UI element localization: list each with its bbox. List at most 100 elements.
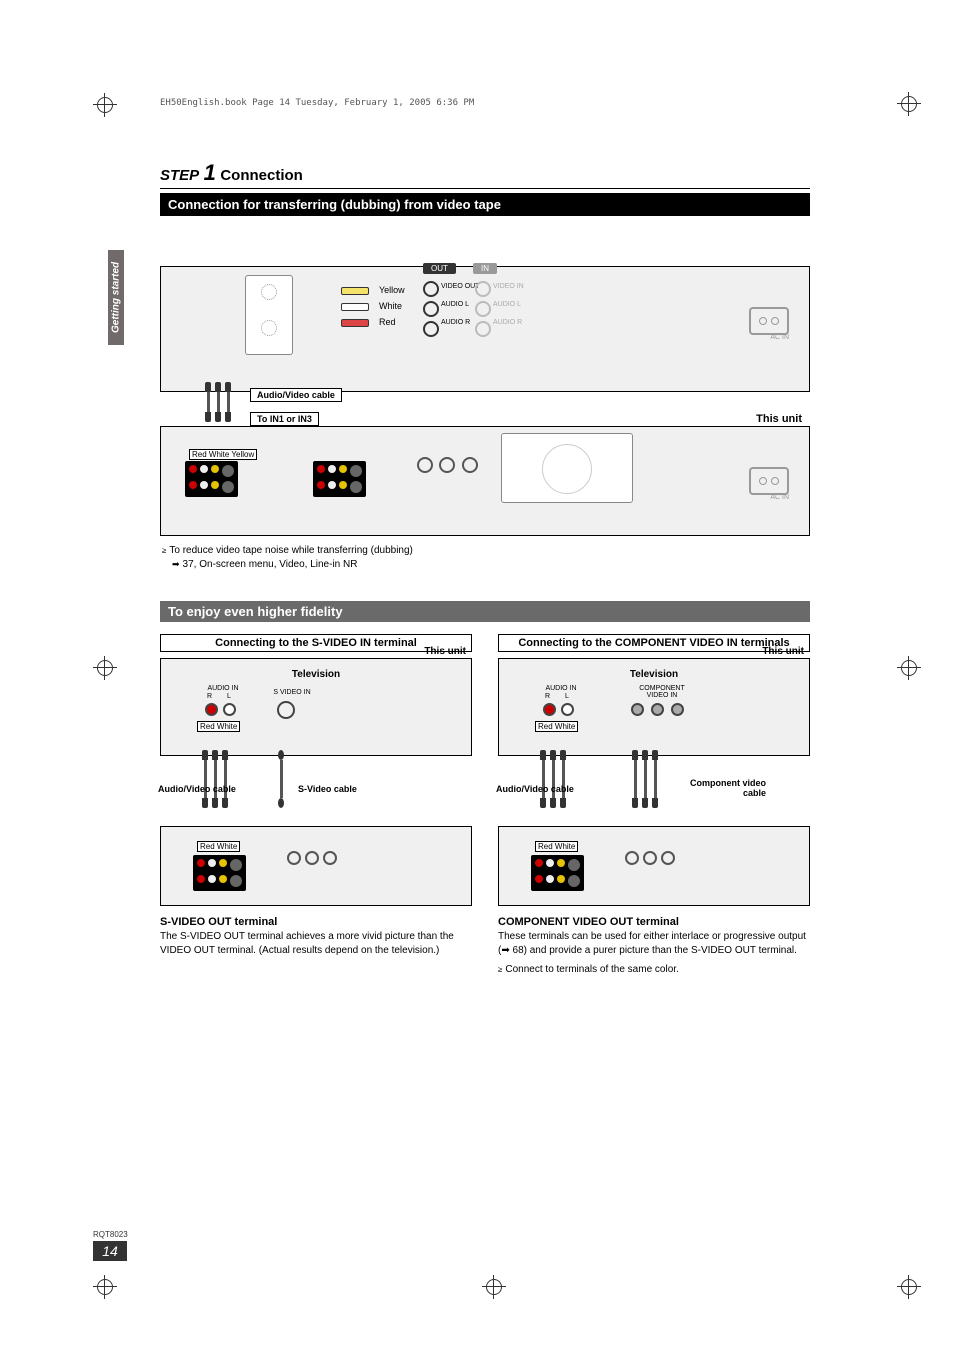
audio-in-label: AUDIO IN: [543, 685, 579, 692]
tv-panel: Television AUDIO IN R L S VIDEO IN Red W…: [160, 658, 472, 756]
av-cable-icon: [202, 750, 228, 808]
component-cable-icon: [632, 750, 658, 808]
step-number: 1: [204, 160, 216, 185]
rca-plug-red-icon: [341, 319, 369, 327]
jack-icon: [261, 284, 277, 300]
redwhite-label: Red White: [197, 841, 240, 852]
explain-text: The S-VIDEO OUT terminal achieves a more…: [160, 930, 470, 957]
jack-caption: AUDIO L: [441, 301, 469, 308]
cable-bundle-icon: [205, 382, 231, 422]
out-label: OUT: [423, 263, 456, 274]
fidelity-columns: Connecting to the S-VIDEO IN terminal Te…: [160, 634, 810, 987]
page-number: 14: [93, 1241, 127, 1261]
doc-code: RQT8023: [93, 1230, 128, 1239]
jack-caption: VIDEO IN: [493, 283, 524, 290]
pdf-header-line: EH50English.book Page 14 Tuesday, Februa…: [160, 98, 810, 108]
component-column: Connecting to the COMPONENT VIDEO IN ter…: [498, 634, 810, 987]
step-subtitle: Connection: [220, 167, 303, 184]
rear-panel-row: [313, 477, 366, 497]
unit-label: This unit: [762, 646, 804, 657]
to-in-tag: To IN1 or IN3: [250, 412, 319, 426]
ac-in-icon: [749, 307, 789, 335]
ac-in-label: AC IN: [770, 334, 789, 341]
av-cable-icon: [540, 750, 566, 808]
this-unit-label: This unit: [756, 413, 802, 425]
l-label: L: [565, 693, 569, 700]
r-label: R: [207, 693, 212, 700]
explain-text: These terminals can be used for either i…: [498, 930, 808, 957]
svideo-column: Connecting to the S-VIDEO IN terminal Te…: [160, 634, 472, 987]
vcr-diagram: Yellow White Red OUT IN VIDEO OUT AUDIO …: [160, 266, 810, 392]
cable-area: Audio/Video cable S-Video cable: [160, 756, 472, 826]
explain-title: S-VIDEO OUT terminal: [160, 916, 472, 928]
vcr-front-outline: [245, 275, 293, 355]
notes-list: To reduce video tape noise while transfe…: [160, 544, 810, 571]
rca-plug-yellow-icon: [341, 287, 369, 295]
tv-label: Television: [507, 669, 801, 680]
jack-red-icon: [205, 703, 218, 716]
register-mark-icon: [901, 1279, 917, 1295]
unit-panel: Red White: [160, 826, 472, 906]
note-line: To reduce video tape noise while transfe…: [162, 544, 810, 558]
note-line: 37, On-screen menu, Video, Line-in NR: [172, 558, 810, 572]
jack-icon: [475, 321, 491, 337]
av-cable-tag: Audio/Video cable: [250, 388, 342, 402]
section-bar-dubbing: Connection for transferring (dubbing) fr…: [160, 193, 810, 216]
svideo-jack-icon: [277, 701, 295, 719]
av-cable-midlabel: Audio/Video cable: [496, 784, 574, 794]
page-ref: 68: [513, 945, 524, 956]
jack-icon: [423, 281, 439, 297]
section-bar-fidelity: To enjoy even higher fidelity: [160, 601, 810, 622]
av-cable-midlabel: Audio/Video cable: [158, 784, 236, 794]
rwy-label: Red White Yellow: [189, 449, 257, 460]
in-label: IN: [473, 263, 497, 274]
register-mark-icon: [97, 660, 113, 676]
cable-area: Audio/Video cable Component video cable: [498, 756, 810, 826]
jack-white-icon: [561, 703, 574, 716]
unit-panel: Red White: [498, 826, 810, 906]
color-label-red: Red: [379, 317, 396, 327]
jack-y-icon: [631, 703, 644, 716]
svideo-in-label: S VIDEO IN: [269, 689, 315, 696]
rear-panel-row: [193, 871, 246, 891]
register-mark-icon: [901, 96, 917, 112]
in-jacks: [475, 281, 491, 337]
cv-cable-midlabel: Component video cable: [676, 778, 766, 798]
register-mark-icon: [901, 660, 917, 676]
redwhite-label: Red White: [197, 721, 240, 732]
svideo-cable-icon: [278, 750, 284, 808]
jack-caption: AUDIO R: [493, 319, 522, 326]
unit-diagram: Red White Yellow: [160, 426, 810, 536]
step-title: STEP 1 Connection: [160, 160, 810, 189]
ac-in-icon: [749, 467, 789, 495]
out-jacks: [423, 281, 439, 337]
jack-red-icon: [543, 703, 556, 716]
jack-pb-icon: [651, 703, 664, 716]
redwhite-label: Red White: [535, 721, 578, 732]
jack-white-icon: [223, 703, 236, 716]
register-mark-icon: [486, 1279, 502, 1295]
section-tab: Getting started: [108, 250, 124, 345]
register-mark-icon: [97, 1279, 113, 1295]
color-label-yellow: Yellow: [379, 285, 405, 295]
jack-icon: [261, 320, 277, 336]
rca-plug-white-icon: [341, 303, 369, 311]
redwhite-label: Red White: [535, 841, 578, 852]
explain-title: COMPONENT VIDEO OUT terminal: [498, 916, 810, 928]
component-jacks: [625, 851, 675, 868]
cooling-fan-outline: [501, 433, 633, 503]
jack-caption: AUDIO L: [493, 301, 521, 308]
tv-label: Television: [169, 669, 463, 680]
tv-panel: Television AUDIO IN R L COMPONENT VIDEO …: [498, 658, 810, 756]
page-content: EH50English.book Page 14 Tuesday, Februa…: [160, 84, 810, 987]
note-line: Connect to terminals of the same color.: [498, 963, 810, 977]
l-label: L: [227, 693, 231, 700]
register-mark-icon: [97, 97, 113, 113]
jack-caption: AUDIO R: [441, 319, 470, 326]
jack-icon: [475, 301, 491, 317]
jack-pr-icon: [671, 703, 684, 716]
ac-in-label: AC IN: [770, 494, 789, 501]
jack-caption: VIDEO OUT: [441, 283, 480, 290]
jack-icon: [423, 301, 439, 317]
component-jacks: [417, 457, 478, 478]
